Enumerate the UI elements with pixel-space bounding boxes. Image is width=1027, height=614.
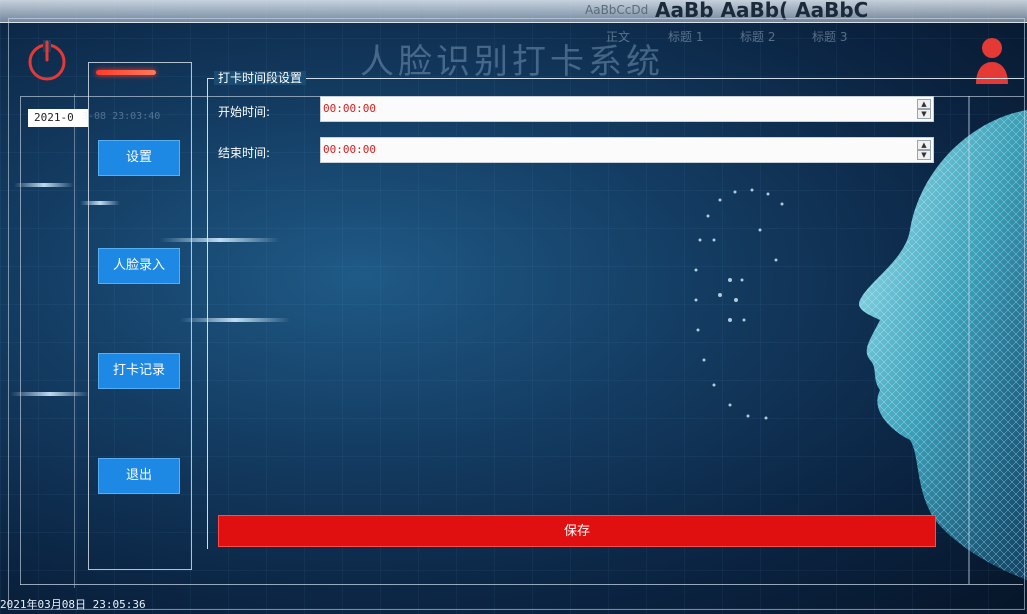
spin-down-arrow-icon[interactable]: ▼ (917, 109, 931, 119)
power-icon[interactable] (24, 38, 70, 84)
spin-up-arrow-icon[interactable]: ▲ (917, 140, 931, 150)
end-time-spin-buttons: ▲ ▼ (917, 140, 931, 160)
start-time-label: 开始时间: (218, 105, 271, 119)
start-time-value: 00:00:00 (323, 102, 376, 115)
start-time-spin-buttons: ▲ ▼ (917, 99, 931, 119)
end-time-label: 结束时间: (218, 146, 271, 160)
red-accent-decoration (96, 70, 156, 75)
spin-down-arrow-icon[interactable]: ▼ (917, 150, 931, 160)
save-button[interactable]: 保存 (218, 515, 936, 547)
current-datetime-top: 2021-0 (28, 109, 88, 127)
spin-up-arrow-icon[interactable]: ▲ (917, 99, 931, 109)
light-streak (80, 201, 120, 205)
settings-button[interactable]: 设置 (98, 140, 180, 176)
datetime-top-ghost: 3-08 23:03:40 (82, 111, 161, 122)
light-streak (10, 392, 90, 396)
end-time-value: 00:00:00 (323, 143, 376, 156)
ribbon-style-sample: AaBbCcDd (585, 3, 649, 17)
end-time-input[interactable]: 00:00:00 ▲ ▼ (320, 137, 934, 163)
current-datetime-bottom: 2021年03月08日 23:05:36 (0, 598, 146, 611)
attendance-records-button[interactable]: 打卡记录 (98, 353, 180, 389)
exit-button[interactable]: 退出 (98, 458, 180, 494)
light-streak (14, 183, 74, 187)
face-enroll-button[interactable]: 人脸录入 (98, 248, 180, 284)
start-time-input[interactable]: 00:00:00 ▲ ▼ (320, 96, 934, 122)
groupbox-title: 打卡时间段设置 (214, 71, 307, 85)
